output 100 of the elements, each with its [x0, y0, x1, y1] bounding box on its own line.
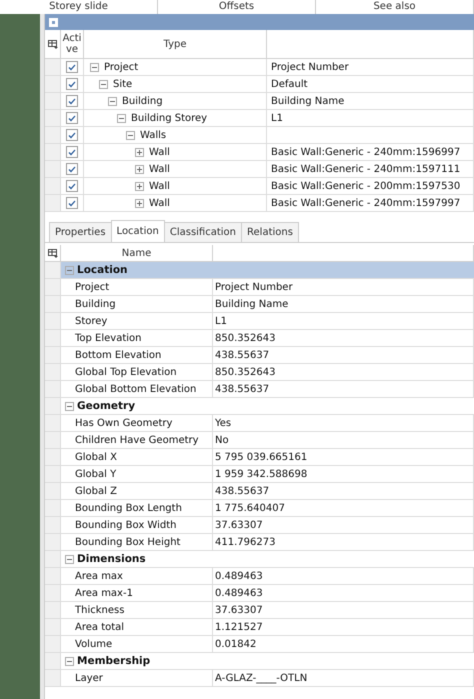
- row-header[interactable]: [45, 110, 61, 127]
- active-checkbox[interactable]: [66, 163, 78, 175]
- property-value: 5 795 039.665161: [215, 452, 308, 462]
- collapse-icon[interactable]: [65, 266, 74, 274]
- row-header[interactable]: [45, 161, 61, 178]
- collapse-icon[interactable]: [99, 80, 108, 88]
- collapse-icon[interactable]: [90, 62, 99, 72]
- property-name: Global Bottom Elevation: [75, 384, 196, 394]
- column-chooser-icon[interactable]: [48, 40, 58, 48]
- row-header[interactable]: [45, 619, 61, 636]
- property-value: 438.55637: [215, 486, 270, 496]
- row-header[interactable]: [45, 195, 61, 212]
- category-row[interactable]: Geometry: [61, 398, 474, 415]
- collapse-icon[interactable]: [126, 130, 135, 140]
- row-header[interactable]: [45, 568, 61, 585]
- table-cell-text: Building Name: [270, 96, 344, 106]
- table-cell-text: Basic Wall:Generic - 240mm:1597997: [270, 198, 460, 208]
- property-value: L1: [215, 316, 227, 326]
- row-header[interactable]: [45, 364, 61, 381]
- category-row[interactable]: Location: [61, 262, 474, 279]
- row-header[interactable]: [45, 500, 61, 517]
- row-header[interactable]: [45, 279, 61, 296]
- tab[interactable]: Classification: [164, 222, 242, 242]
- collapse-icon[interactable]: [65, 402, 74, 410]
- category-title: Membership: [77, 655, 150, 667]
- row-header[interactable]: [45, 296, 61, 313]
- row-header[interactable]: [45, 415, 61, 432]
- row-header[interactable]: [45, 76, 61, 93]
- table-cell-text: Basic Wall:Generic - 200mm:1597530: [270, 180, 460, 192]
- row-header[interactable]: [45, 59, 61, 76]
- row-header[interactable]: [45, 483, 61, 500]
- property-name: Project: [75, 282, 110, 292]
- property-value: 1 775.640407: [215, 502, 285, 514]
- property-name: Building: [75, 298, 116, 310]
- tree-item[interactable]: Site: [111, 78, 132, 90]
- table-cell-text: Basic Wall:Generic - 240mm:1597111: [270, 164, 460, 174]
- collapse-icon[interactable]: [117, 114, 126, 122]
- expand-icon[interactable]: [135, 164, 144, 174]
- collapse-icon[interactable]: [65, 554, 74, 564]
- expand-icon[interactable]: [135, 148, 144, 156]
- row-header[interactable]: [45, 670, 61, 687]
- property-name: Bounding Box Length: [75, 502, 182, 514]
- property-name: Bottom Elevation: [75, 350, 162, 360]
- property-value: 1.121527: [215, 622, 263, 632]
- row-header[interactable]: [45, 313, 61, 330]
- table-cell-text: Basic Wall:Generic - 240mm:1596997: [270, 146, 460, 158]
- property-name: Top Elevation: [75, 332, 142, 344]
- column-chooser-icon[interactable]: [48, 248, 58, 258]
- active-checkbox[interactable]: [66, 95, 78, 107]
- row-header[interactable]: [45, 330, 61, 347]
- property-value: 850.352643: [215, 332, 276, 344]
- row-header[interactable]: [45, 178, 61, 195]
- row-header[interactable]: [45, 602, 61, 619]
- category-title: Location: [77, 264, 128, 276]
- table-cell-text: Default: [270, 78, 308, 90]
- active-checkbox[interactable]: [66, 197, 78, 209]
- column-header[interactable]: Name: [61, 245, 213, 262]
- row-header[interactable]: [45, 585, 61, 602]
- tree-item[interactable]: Project: [102, 62, 138, 72]
- row-header[interactable]: [45, 517, 61, 534]
- active-checkbox[interactable]: [66, 146, 78, 158]
- category-row[interactable]: Dimensions: [61, 551, 474, 568]
- row-header[interactable]: [45, 347, 61, 364]
- tree-item[interactable]: Wall: [147, 180, 170, 192]
- property-value: 438.55637: [215, 384, 270, 394]
- row-header[interactable]: [45, 466, 61, 483]
- row-header[interactable]: [45, 127, 61, 144]
- active-checkbox[interactable]: [66, 129, 78, 141]
- column-header[interactable]: Active: [61, 30, 84, 59]
- property-name: Thickness: [75, 604, 124, 616]
- collapse-icon[interactable]: [108, 96, 117, 106]
- tree-item[interactable]: Wall: [147, 198, 170, 208]
- active-checkbox[interactable]: [66, 180, 78, 192]
- tree-item[interactable]: Wall: [147, 146, 170, 158]
- property-name: Volume: [75, 638, 112, 650]
- row-header[interactable]: [45, 449, 61, 466]
- category-title: Geometry: [77, 400, 136, 412]
- tab[interactable]: Relations: [241, 222, 299, 242]
- collapse-icon[interactable]: [65, 656, 74, 666]
- row-header[interactable]: [45, 432, 61, 449]
- row-header[interactable]: [45, 144, 61, 161]
- tree-item[interactable]: Walls: [138, 130, 166, 140]
- active-checkbox[interactable]: [66, 78, 78, 90]
- tab[interactable]: Properties: [49, 222, 112, 242]
- tree-item[interactable]: Wall: [147, 164, 170, 174]
- tree-item[interactable]: Building Storey: [129, 112, 208, 124]
- property-value: 1 959 342.588698: [215, 468, 308, 480]
- active-checkbox[interactable]: [66, 112, 78, 124]
- category-row[interactable]: Membership: [61, 653, 474, 670]
- property-name: Bounding Box Width: [75, 520, 176, 530]
- active-checkbox[interactable]: [66, 61, 78, 73]
- property-name: Global X: [75, 452, 117, 462]
- tree-item[interactable]: Building: [120, 96, 163, 106]
- expand-icon[interactable]: [135, 182, 144, 190]
- column-header[interactable]: Type: [84, 30, 267, 59]
- table-cell-text: Project Number: [270, 62, 349, 72]
- row-header[interactable]: [45, 93, 61, 110]
- collapse-icon[interactable]: [49, 18, 58, 26]
- expand-icon[interactable]: [135, 198, 144, 208]
- property-name: Children Have Geometry: [75, 434, 199, 446]
